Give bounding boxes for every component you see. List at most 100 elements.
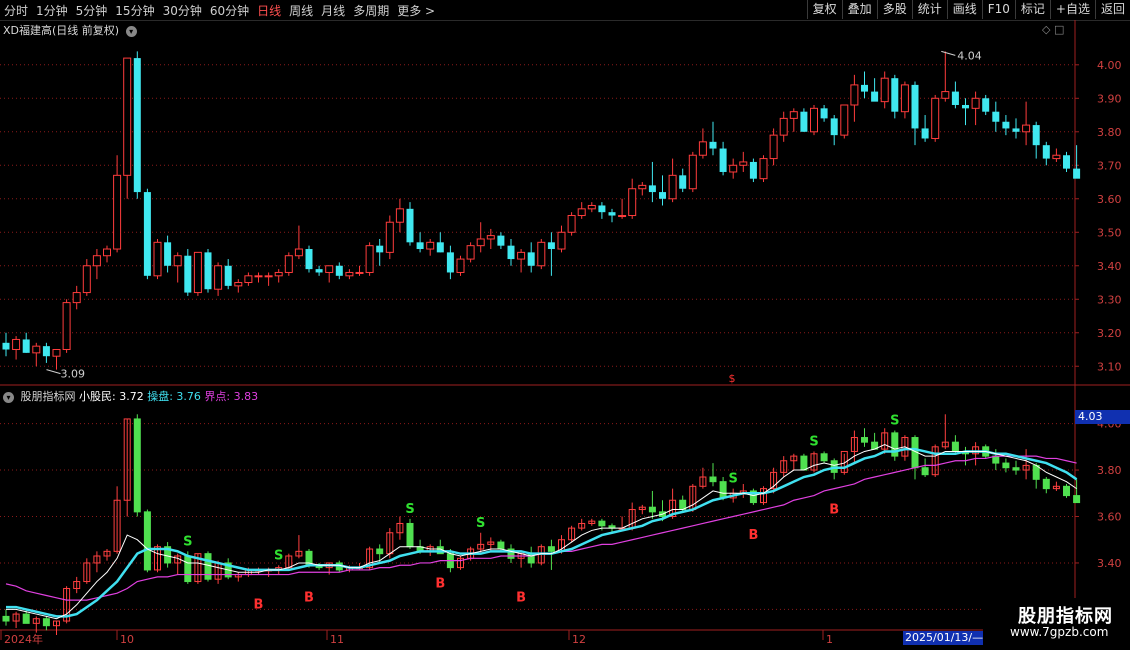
main-candle-body	[749, 161, 757, 179]
main-candle-body	[113, 174, 122, 250]
main-candle-body	[769, 134, 778, 160]
main-candle-body	[830, 118, 838, 136]
main-candle-body	[264, 275, 273, 278]
ind-line-界点	[5, 455, 1077, 601]
main-candle-body	[779, 117, 788, 136]
main-candle-body	[436, 242, 444, 253]
main-candle-body	[486, 235, 495, 240]
main-candle-body	[840, 104, 849, 136]
main-candle-body	[92, 255, 101, 267]
main-candle-body	[709, 141, 717, 149]
ind-candle-body	[861, 437, 868, 443]
main-candle-body	[638, 184, 647, 190]
current-price-box: 4.03	[1075, 410, 1130, 424]
main-candle-body	[234, 282, 243, 287]
main-candle-body	[446, 252, 454, 273]
main-candle-body	[193, 251, 202, 294]
x-axis-label: 10	[120, 633, 134, 646]
main-candle-body	[1073, 168, 1081, 179]
ind-candle-body	[143, 511, 151, 571]
main-candle-body	[123, 57, 132, 176]
sell-signal: S	[729, 472, 738, 487]
main-candle-body	[294, 248, 303, 257]
main-candle-body	[143, 192, 151, 276]
kline-chart[interactable]: 4.00 3.90 3.80 3.70 3.60 3.50 3.40 3.30 3.20 3.10…	[0, 0, 1130, 650]
main-candle-body	[325, 265, 334, 273]
ind-candle-body	[547, 546, 555, 552]
ind-candle-body	[2, 615, 10, 622]
main-candle-body	[739, 161, 748, 166]
x-axis-label: 12	[572, 633, 586, 646]
buy-signal: B	[516, 591, 526, 606]
main-candle-body	[416, 242, 424, 250]
main-candle-body	[992, 111, 1000, 122]
main-candle-body	[800, 111, 808, 132]
cursor-date-box: 2025/01/13/—	[903, 631, 985, 645]
main-candle-body	[345, 271, 354, 277]
sell-signal: S	[274, 548, 283, 563]
low-label: 3.09	[61, 368, 86, 381]
main-candle-body	[527, 252, 535, 266]
main-ytick-label: 3.60	[1097, 193, 1122, 206]
main-candle-body	[679, 175, 687, 189]
main-candle-body	[971, 97, 980, 109]
main-candle-body	[1002, 121, 1010, 129]
main-candle-body	[224, 265, 232, 286]
main-candle-body	[820, 108, 828, 119]
main-candle-body	[466, 245, 475, 260]
main-ytick-label: 3.40	[1097, 260, 1122, 273]
ind-candle-body	[1073, 495, 1081, 504]
main-candle-body	[729, 164, 738, 173]
main-candle-body	[891, 78, 899, 112]
main-candle-body	[618, 215, 627, 218]
ind-candle-body	[1032, 464, 1040, 480]
main-ytick-label: 3.70	[1097, 159, 1122, 172]
main-candle-body	[861, 84, 868, 92]
main-candle-body	[385, 221, 394, 253]
main-candle-body	[951, 91, 959, 105]
main-candle-body	[850, 84, 859, 106]
ind-ytick-label: 3.80	[1097, 464, 1122, 477]
sell-signal: S	[809, 434, 818, 449]
buy-signal: B	[254, 598, 264, 613]
main-candle-body	[52, 349, 61, 357]
main-candle-body	[1042, 145, 1050, 159]
buy-signal: B	[435, 577, 445, 592]
ind-candle-body	[1002, 462, 1010, 469]
main-candle-body	[32, 345, 41, 354]
main-candle-body	[406, 208, 414, 243]
main-candle-body	[376, 245, 384, 253]
main-candle-body	[133, 58, 141, 193]
ind-ytick-label: 3.60	[1097, 511, 1122, 524]
main-candle-body	[164, 242, 172, 266]
main-candle-body	[648, 185, 656, 193]
main-candle-body	[537, 241, 546, 267]
main-ytick-label: 4.00	[1097, 59, 1122, 72]
main-candle-body	[355, 271, 364, 274]
ind-candle-body	[497, 541, 505, 550]
main-candle-body	[103, 248, 111, 257]
event-marker: $	[729, 372, 736, 385]
main-ytick-label: 3.30	[1097, 293, 1122, 306]
main-candle-body	[42, 346, 50, 357]
ind-candle-body	[921, 467, 929, 476]
main-candle-body	[900, 84, 909, 113]
main-candle-body	[82, 265, 91, 294]
main-candle-body	[982, 98, 990, 112]
buy-signal: B	[748, 528, 758, 543]
main-candle-body	[810, 107, 818, 133]
ind-candle-body	[820, 453, 828, 462]
main-candle-body	[426, 241, 435, 250]
ind-ytick-label: 3.40	[1097, 557, 1122, 570]
main-candle-body	[1012, 128, 1020, 132]
main-candle-body	[204, 252, 212, 290]
main-candle-body	[153, 241, 162, 277]
main-candle-body	[214, 265, 223, 290]
ind-candle-body	[42, 618, 50, 627]
main-candle-body	[587, 204, 596, 210]
main-candle-body	[628, 188, 637, 217]
ind-candle-body	[800, 455, 808, 471]
main-candle-body	[1022, 124, 1031, 133]
ind-candle-body	[1063, 485, 1070, 497]
main-candle-body	[931, 97, 940, 139]
